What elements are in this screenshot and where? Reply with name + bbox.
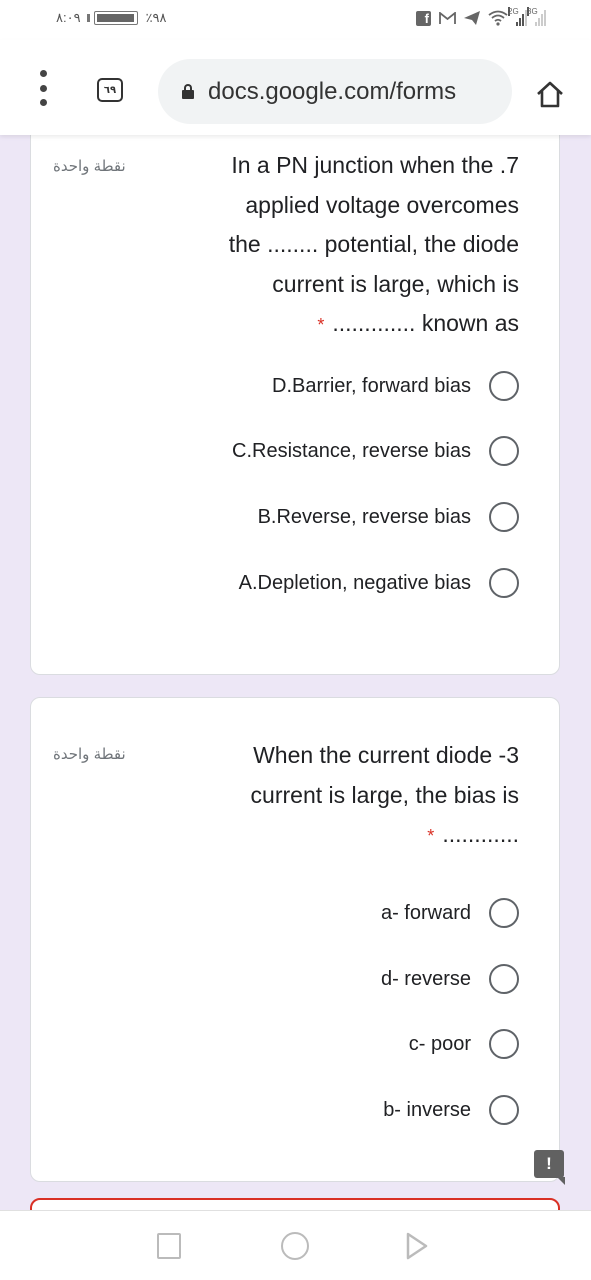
option-a-depletion[interactable]: A.Depletion, negative bias [239,568,519,598]
radio-button[interactable] [489,898,519,928]
option-label: D.Barrier, forward bias [272,374,471,397]
question-card: نقطة واحدة In a PN junction when the .7 … [30,135,560,675]
question-line: current is large, the bias is [250,781,519,808]
question-line-last: * ............. known as [229,304,519,346]
question-line: ............ [442,821,519,847]
option-b-reverse[interactable]: B.Reverse, reverse bias [258,502,519,532]
radio-button[interactable] [489,502,519,532]
option-b-inverse[interactable]: b- inverse [383,1095,519,1125]
points-label: نقطة واحدة [53,158,126,175]
option-label: A.Depletion, negative bias [238,571,471,594]
option-label: c- poor [408,1032,471,1055]
tab-switcher-button[interactable]: ٦٩ [97,78,123,102]
url-text: docs.google.com/forms [208,77,457,105]
radio-button[interactable] [489,568,519,598]
menu-dot [39,70,47,77]
question-line-last: *............ [251,815,519,857]
signal-2g-icon: 2G [508,7,527,26]
option-d-reverse[interactable]: d- reverse [381,964,519,994]
question-text: In a PN junction when the .7 applied vol… [229,146,519,346]
question-line: In a PN junction when the .7 [231,152,519,178]
question-line: current is large, which is [272,270,519,297]
address-bar[interactable]: docs.google.com/forms [158,59,512,124]
browser-toolbar: ٦٩ docs.google.com/forms [0,40,591,135]
option-label: a- forward [380,901,471,924]
radio-button[interactable] [489,371,519,401]
menu-dot [39,84,47,92]
status-right: f 2G 3G [416,7,546,27]
required-asterisk: * [317,315,325,335]
menu-dot [39,99,47,106]
gmail-icon [439,9,456,27]
form-page: نقطة واحدة In a PN junction when the .7 … [0,135,591,1210]
battery-icon [93,11,138,25]
question-line: ............. known as [332,310,519,336]
wifi-icon [488,9,508,27]
more-menu-button[interactable] [36,70,50,106]
points-label: نقطة واحدة [53,746,126,763]
home-nav-button[interactable] [281,1232,309,1260]
question-card: نقطة واحدة When the current diode -3 cur… [30,697,560,1182]
facebook-icon: f [416,10,431,26]
clock: ٨:٠٩ [56,10,81,25]
navigation-bar [0,1210,591,1280]
back-triangle-icon [406,1232,428,1260]
required-asterisk: * [427,826,435,846]
option-a-forward[interactable]: a- forward [381,898,519,928]
option-label: B.Reverse, reverse bias [257,505,471,528]
question-line: applied voltage overcomes [245,191,519,218]
option-c-resistance[interactable]: C.Resistance, reverse bias [232,436,519,466]
option-label: d- reverse [380,967,471,990]
home-button[interactable] [534,80,566,108]
radio-button[interactable] [489,436,519,466]
option-label: b- inverse [383,1098,471,1121]
home-icon [537,81,563,108]
question-text: When the current diode -3 current is lar… [251,736,519,857]
radio-button[interactable] [489,1029,519,1059]
battery-nub [86,14,90,22]
question-line: When the current diode -3 [253,742,519,768]
back-button[interactable] [405,1231,429,1261]
option-label: C.Resistance, reverse bias [232,439,471,462]
battery-percent: ٪٩٨ [145,10,167,25]
lock-icon [182,84,194,99]
telegram-icon [464,9,480,27]
question-card-error [30,1198,560,1210]
question-line: the ........ potential, the diode [228,231,519,257]
status-bar: ٨:٠٩ ٪٩٨ f 2G 3G [0,0,591,40]
status-left: ٨:٠٩ ٪٩٨ [56,10,167,26]
option-d-barrier[interactable]: D.Barrier, forward bias [272,371,519,401]
feedback-button[interactable]: ! [534,1150,565,1185]
signal-2g-label: 2G [508,7,519,16]
signal-3g-icon: 3G [527,7,546,26]
option-c-poor[interactable]: c- poor [409,1029,519,1059]
radio-button[interactable] [489,964,519,994]
recents-button[interactable] [157,1233,181,1259]
radio-button[interactable] [489,1095,519,1125]
signal-3g-label: 3G [527,7,538,16]
